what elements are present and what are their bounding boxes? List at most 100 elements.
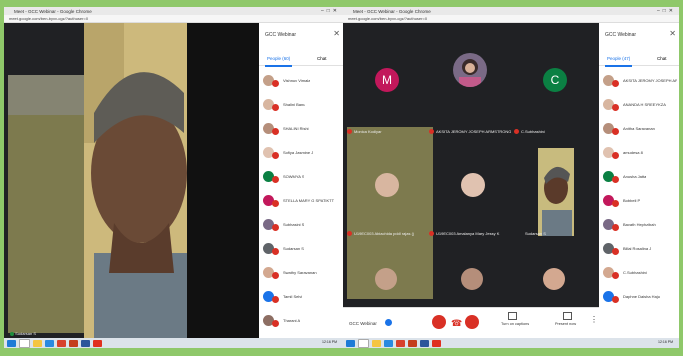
captions-icon[interactable] <box>508 312 517 320</box>
person-video <box>84 23 187 339</box>
mic-off-icon <box>272 175 279 183</box>
main-video-stage: Sudarsan S <box>4 23 259 339</box>
participant-row[interactable]: Tharani A <box>263 308 341 332</box>
participant-row[interactable]: Daphne Daisha Haju <box>603 284 677 308</box>
edge-icon[interactable] <box>45 339 54 347</box>
mic-off-icon <box>272 151 279 159</box>
panel-title: GCC Webinar <box>605 32 637 38</box>
participant-row[interactable]: Swathy Saravanan <box>263 260 341 284</box>
avatar-c: C <box>543 68 567 92</box>
participant-name: STELLA MARY G SPATIKTT <box>283 197 335 203</box>
mic-off-icon <box>272 223 279 231</box>
meeting-name: GCC Webinar <box>349 321 377 326</box>
participant-row[interactable]: SOWMYA S <box>263 164 341 188</box>
participant-row[interactable]: Anitha Saravanan <box>603 116 677 140</box>
mic-off-icon <box>612 175 619 183</box>
end-call-button[interactable]: ☎ <box>451 318 462 329</box>
window-titlebar: Meet - GCC Webinar - Google Chrome –□✕ <box>343 7 679 15</box>
captions-button[interactable]: Turn on captions <box>501 322 529 326</box>
mic-off-icon <box>612 199 619 207</box>
people-panel: GCC Webinar ✕ People (60) Chat Vishnuv V… <box>259 23 343 338</box>
mic-off-icon <box>272 319 279 327</box>
mic-off-icon <box>429 129 434 134</box>
mic-off-icon <box>272 79 279 87</box>
participant-row[interactable]: Billal Rosalina J <box>603 236 677 260</box>
participant-list: Vishnuv Vimala Shalini Banu SHALINI Rishi S… <box>259 68 343 338</box>
participant-name: Vishnuv Vimala <box>283 77 311 83</box>
tab-chat[interactable]: Chat <box>657 56 667 61</box>
start-icon[interactable] <box>346 339 355 347</box>
left-browser-window: Meet - GCC Webinar - Google Chrome –□✕ m… <box>4 7 343 348</box>
mic-toggle-button[interactable] <box>432 315 446 329</box>
tab-people[interactable]: People (60) <box>264 56 293 67</box>
mic-off-icon <box>612 151 619 159</box>
more-options-icon[interactable]: ⋮ <box>590 315 598 324</box>
present-icon[interactable] <box>563 312 572 320</box>
search-icon[interactable] <box>358 338 369 348</box>
participant-name: Sudarsan S <box>283 245 304 251</box>
participant-name: amudesa 8 <box>623 149 643 155</box>
tab-people[interactable]: People (47) <box>604 56 633 67</box>
tile-name: U19EC003 Amalanya Mary Jessy K <box>436 231 500 236</box>
address-bar[interactable]: meet.google.com/ben-byxv-cgz/?authuser=0 <box>4 15 343 23</box>
participant-name: Shalini Banu <box>283 101 306 107</box>
speaker-video <box>84 23 187 339</box>
file-explorer-icon[interactable] <box>33 339 42 347</box>
participant-row[interactable]: Vishnuv Vimala <box>263 68 341 92</box>
panel-title: GCC Webinar <box>265 32 297 38</box>
start-icon[interactable] <box>7 339 16 347</box>
mic-off-icon <box>272 127 279 135</box>
pdf-icon[interactable] <box>93 339 102 347</box>
file-explorer-icon[interactable] <box>372 339 381 347</box>
participant-row[interactable]: Tamil Selvi <box>263 284 341 308</box>
edge-icon[interactable] <box>384 339 393 347</box>
window-controls[interactable]: –□✕ <box>321 8 340 14</box>
window-title: Meet - GCC Webinar - Google Chrome <box>353 8 431 14</box>
clock: 12:16 PM <box>658 340 673 344</box>
search-icon[interactable] <box>19 338 30 348</box>
participant-name: Sofiya Jasmine J <box>283 149 314 155</box>
powerpoint-icon[interactable] <box>69 339 78 347</box>
powerpoint-icon[interactable] <box>408 339 417 347</box>
participant-row[interactable]: AKSITA JEROMY JOSEPH ARMSTRONG <box>603 68 677 92</box>
chrome-icon[interactable] <box>57 339 66 347</box>
window-title: Meet - GCC Webinar - Google Chrome <box>14 8 92 14</box>
close-icon[interactable]: ✕ <box>333 29 340 38</box>
tile-name: U19EC003 Abiachida pddl rajas (j <box>354 231 414 236</box>
participant-row[interactable]: Sudarsan S <box>263 236 341 260</box>
participant-row[interactable]: C.Subhashini <box>603 260 677 284</box>
participant-row[interactable]: Anusha Jatta <box>603 164 677 188</box>
tab-chat[interactable]: Chat <box>317 56 327 61</box>
right-browser-window: Meet - GCC Webinar - Google Chrome –□✕ m… <box>343 7 679 348</box>
avatar-photo <box>453 53 487 87</box>
participant-row[interactable]: Bobbeli P <box>603 188 677 212</box>
participant-row[interactable]: STELLA MARY G SPATIKTT <box>263 188 341 212</box>
avatar-photo <box>543 268 565 290</box>
meeting-controls: GCC Webinar ☎ Turn on captions Present n… <box>343 307 599 340</box>
participant-row[interactable]: Shalini Banu <box>263 92 341 116</box>
participant-name: Anusha Jatta <box>623 173 647 179</box>
mic-off-icon <box>612 103 619 111</box>
word-icon[interactable] <box>420 339 429 347</box>
address-bar[interactable]: meet.google.com/ben-byxv-cgz/?authuser=0 <box>343 15 679 23</box>
participant-row[interactable]: SHALINI Rishi <box>263 116 341 140</box>
mic-off-icon <box>347 129 352 134</box>
tile-name: Sudarsan S <box>525 231 546 236</box>
participant-row[interactable]: Bavath Hephzibah <box>603 212 677 236</box>
close-icon[interactable]: ✕ <box>669 29 676 38</box>
participant-row[interactable]: Subhasini S <box>263 212 341 236</box>
word-icon[interactable] <box>81 339 90 347</box>
panel-tabs: People (60) Chat <box>259 53 343 67</box>
chrome-icon[interactable] <box>396 339 405 347</box>
pdf-icon[interactable] <box>432 339 441 347</box>
participant-row[interactable]: ANANDA H SREEYKZA <box>603 92 677 116</box>
mic-off-icon <box>612 79 619 87</box>
mic-off-icon <box>272 247 279 255</box>
present-button[interactable]: Present now <box>555 322 576 326</box>
window-controls[interactable]: –□✕ <box>657 8 676 14</box>
participant-row[interactable]: Sofiya Jasmine J <box>263 140 341 164</box>
participant-row[interactable]: amudesa 8 <box>603 140 677 164</box>
info-icon[interactable] <box>385 319 392 326</box>
camera-toggle-button[interactable] <box>465 315 479 329</box>
avatar-photo <box>461 173 485 197</box>
